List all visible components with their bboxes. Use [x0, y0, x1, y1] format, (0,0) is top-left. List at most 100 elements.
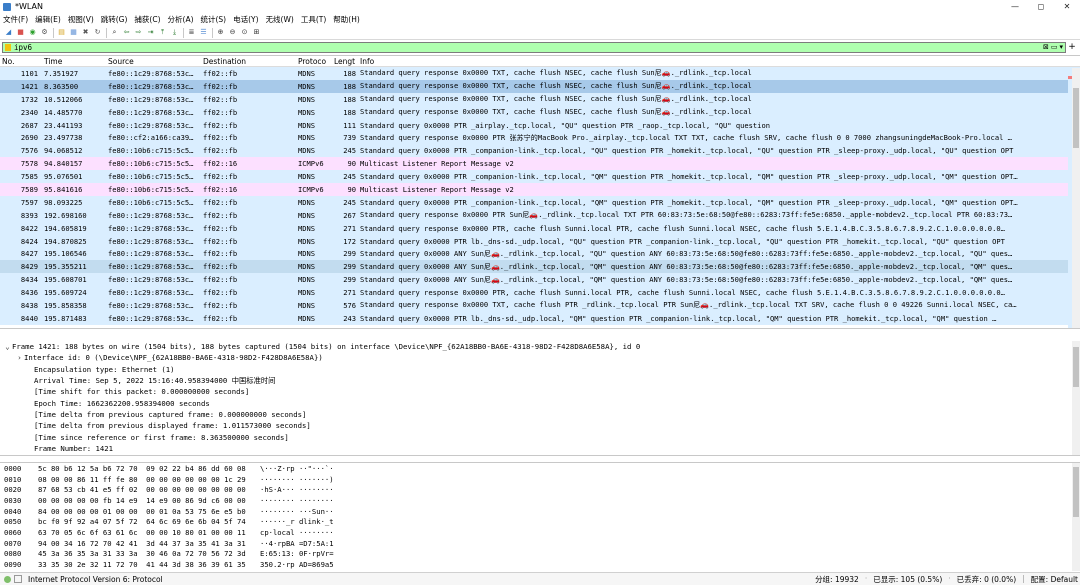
column-header-destination[interactable]: Destination [201, 57, 296, 66]
menu-telephony[interactable]: 电话(Y) [233, 14, 258, 25]
menu-help[interactable]: 帮助(H) [333, 14, 360, 25]
detail-tree-item[interactable]: [Time delta from previous displayed fram… [0, 420, 1080, 431]
menu-capture[interactable]: 捕获(C) [134, 14, 160, 25]
packet-row[interactable]: 2687 23.441193 fe80::1c29:8768:53c… ff02::f… [0, 118, 1080, 132]
close-file-icon[interactable]: ✖ [81, 28, 90, 37]
detail-tree-item[interactable]: Arrival Time: Sep 5, 2022 15:16:40.95839… [0, 375, 1080, 386]
resize-columns-icon[interactable]: ⊞ [252, 28, 261, 37]
zoom-in-icon[interactable]: ⊕ [216, 28, 225, 37]
column-header-info[interactable]: Info [358, 57, 1080, 66]
go-forward-icon[interactable]: ⇨ [134, 28, 143, 37]
bytes-row[interactable]: 0080 45 3a 36 35 3a 31 33 3a 30 46 0a 72 … [0, 549, 1080, 560]
scrollbar-thumb[interactable] [1073, 347, 1079, 387]
column-header-no[interactable]: No. [0, 57, 42, 66]
expert-info-icon[interactable] [4, 575, 11, 583]
expand-arrow-icon[interactable]: › [15, 353, 24, 362]
maximize-button[interactable]: ◻ [1028, 0, 1054, 13]
menu-edit[interactable]: 编辑(E) [35, 14, 61, 25]
zoom-normal-icon[interactable]: ⊙ [240, 28, 249, 37]
detail-tree-item[interactable]: [Time delta from previous captured frame… [0, 409, 1080, 420]
go-last-icon[interactable]: ⤓ [170, 28, 179, 37]
clear-filter-icon[interactable]: ⊠ [1043, 43, 1049, 51]
detail-tree-item[interactable]: Frame Number: 1421 [0, 443, 1080, 454]
menu-go[interactable]: 跳转(G) [101, 14, 128, 25]
zoom-out-icon[interactable]: ⊖ [228, 28, 237, 37]
details-scrollbar[interactable] [1072, 341, 1080, 455]
packet-row[interactable]: 2340 14.485770 fe80::1c29:8768:53c… ff02::f… [0, 105, 1080, 119]
detail-tree-item[interactable]: [Time shift for this packet: 0.000000000… [0, 386, 1080, 397]
packet-row[interactable]: 8427 195.106546 fe80::1c29:8768:53c… ff02::… [0, 247, 1080, 261]
packet-row[interactable]: 7597 98.093225 fe80::10b6:c715:5c5… ff02::f… [0, 195, 1080, 209]
display-filter-input[interactable]: ipv6 ⊠ ▭ ▾ [2, 41, 1066, 53]
menu-tools[interactable]: 工具(T) [301, 14, 326, 25]
scrollbar-thumb[interactable] [1073, 467, 1079, 517]
scrollbar-thumb[interactable] [1073, 88, 1079, 148]
go-to-packet-icon[interactable]: ⇥ [146, 28, 155, 37]
column-header-protocol[interactable]: Protoco [296, 57, 332, 66]
packet-row[interactable]: 8440 195.871483 fe80::1c29:8768:53c… ff02::… [0, 311, 1080, 325]
status-profile[interactable]: 配置: Default [1031, 574, 1078, 585]
column-header-source[interactable]: Source [106, 57, 201, 66]
menu-view[interactable]: 视图(V) [68, 14, 94, 25]
packet-row[interactable]: 1101 7.351927 fe80::1c29:8768:53c… ff02::fb… [0, 67, 1080, 80]
packet-row[interactable]: 2690 23.497738 fe80::cf2:a166:ca39… ff02::f… [0, 131, 1080, 145]
autoscroll-icon[interactable]: ≣ [187, 28, 196, 37]
packet-row[interactable]: 8393 192.698160 fe80::1c29:8768:53c… ff02::… [0, 208, 1080, 222]
expand-arrow-icon[interactable]: ⌄ [3, 342, 12, 351]
open-file-icon[interactable]: ▤ [57, 28, 66, 37]
detail-tree-item[interactable]: ⌄ Frame 1421: 188 bytes on wire (1504 bit… [0, 341, 1080, 352]
menu-analyze[interactable]: 分析(A) [168, 14, 194, 25]
bytes-row[interactable]: 0070 94 00 34 16 72 70 42 41 3d 44 37 3a … [0, 538, 1080, 549]
bytes-row[interactable]: 0010 08 00 00 86 11 ff fe 80 00 00 00 00 … [0, 474, 1080, 485]
save-file-icon[interactable]: ▦ [69, 28, 78, 37]
packet-row[interactable]: 7576 94.068512 fe80::10b6:c715:5c5… ff02::f… [0, 144, 1080, 158]
packet-list-scrollbar[interactable] [1072, 68, 1080, 328]
menu-file[interactable]: 文件(F) [3, 14, 28, 25]
colorize-icon[interactable]: ☰ [199, 28, 208, 37]
packet-row[interactable]: 8422 194.605819 fe80::1c29:8768:53c… ff02::… [0, 221, 1080, 235]
filter-dropdown-icon[interactable]: ▾ [1059, 43, 1063, 51]
capture-options-icon[interactable]: ⚙ [40, 28, 49, 37]
filter-text[interactable]: ipv6 [14, 43, 32, 52]
column-header-length[interactable]: Lengt [332, 57, 358, 66]
detail-tree-item[interactable]: › Interface id: 0 (\Device\NPF_{62A18BB0-… [0, 352, 1080, 363]
bytes-row[interactable]: 0000 5c 80 b6 12 5a b6 72 70 09 02 22 b4 … [0, 463, 1080, 474]
bytes-row[interactable]: 0040 84 00 00 00 00 01 00 00 00 01 0a 53 … [0, 506, 1080, 517]
bytes-row[interactable]: 0030 00 00 00 00 00 fb 14 e9 14 e9 00 86 … [0, 495, 1080, 506]
bytes-row[interactable]: 0020 87 68 53 cb 41 e5 ff 02 00 00 00 00 … [0, 484, 1080, 495]
minimize-button[interactable]: — [1002, 0, 1028, 13]
column-header-time[interactable]: Time [42, 57, 106, 66]
packet-row[interactable]: 7589 95.841616 fe80::10b6:c715:5c5… ff02::1… [0, 183, 1080, 196]
bookmark-icon[interactable] [5, 43, 11, 51]
packet-row[interactable]: 1732 10.512066 fe80::1c29:8768:53c… ff02::f… [0, 92, 1080, 106]
bytes-row[interactable]: 0090 33 35 30 2e 32 11 72 70 41 44 3d 38 … [0, 559, 1080, 570]
packet-protocol: MDNS [298, 275, 316, 285]
packet-row[interactable]: 8424 194.870825 fe80::1c29:8768:53c… ff02::… [0, 234, 1080, 248]
packet-row[interactable]: 7585 95.076501 fe80::10b6:c715:5c5… ff02::f… [0, 170, 1080, 184]
reload-icon[interactable]: ↻ [93, 28, 102, 37]
menu-statistics[interactable]: 统计(S) [201, 14, 227, 25]
shark-fin-start-icon[interactable]: ◢ [4, 28, 13, 37]
stop-capture-icon[interactable]: ■ [16, 28, 25, 37]
detail-tree-item[interactable]: Encapsulation type: Ethernet (1) [0, 364, 1080, 375]
bytes-scrollbar[interactable] [1072, 463, 1080, 571]
find-packet-icon[interactable]: ⌕ [110, 28, 119, 37]
packet-row[interactable]: 1421 8.363500 fe80::1c29:8768:53c… ff02::fb… [0, 79, 1080, 93]
apply-filter-icon[interactable]: ▭ [1051, 43, 1058, 51]
bytes-row[interactable]: 0050 bc f0 9f 92 a4 07 5f 72 64 6c 69 6e … [0, 516, 1080, 527]
detail-tree-item[interactable]: Epoch Time: 1662362200.958394000 seconds [0, 397, 1080, 408]
packet-row[interactable]: 8429 195.355211 fe80::1c29:8768:53c… ff02::… [0, 260, 1080, 274]
menu-wireless[interactable]: 无线(W) [266, 14, 294, 25]
capture-comment-icon[interactable] [14, 575, 22, 583]
detail-tree-item[interactable]: [Time since reference or first frame: 8.… [0, 431, 1080, 442]
go-back-icon[interactable]: ⇦ [122, 28, 131, 37]
packet-row[interactable]: 7578 94.840157 fe80::10b6:c715:5c5… ff02::1… [0, 157, 1080, 171]
close-window-button[interactable]: ✕ [1054, 0, 1080, 13]
packet-row[interactable]: 8434 195.608701 fe80::1c29:8768:53c… ff02::… [0, 273, 1080, 287]
restart-capture-icon[interactable]: ◉ [28, 28, 37, 37]
packet-row[interactable]: 8436 195.609724 fe80::1c29:8768:53c… ff02::… [0, 286, 1080, 300]
go-first-icon[interactable]: ⤒ [158, 28, 167, 37]
packet-row[interactable]: 8438 195.858358 fe80::1c29:8768:53c… ff02::… [0, 299, 1080, 312]
bytes-row[interactable]: 0060 63 70 05 6c 6f 63 61 6c 00 00 10 80 … [0, 527, 1080, 538]
add-filter-button-icon[interactable]: + [1066, 42, 1078, 52]
